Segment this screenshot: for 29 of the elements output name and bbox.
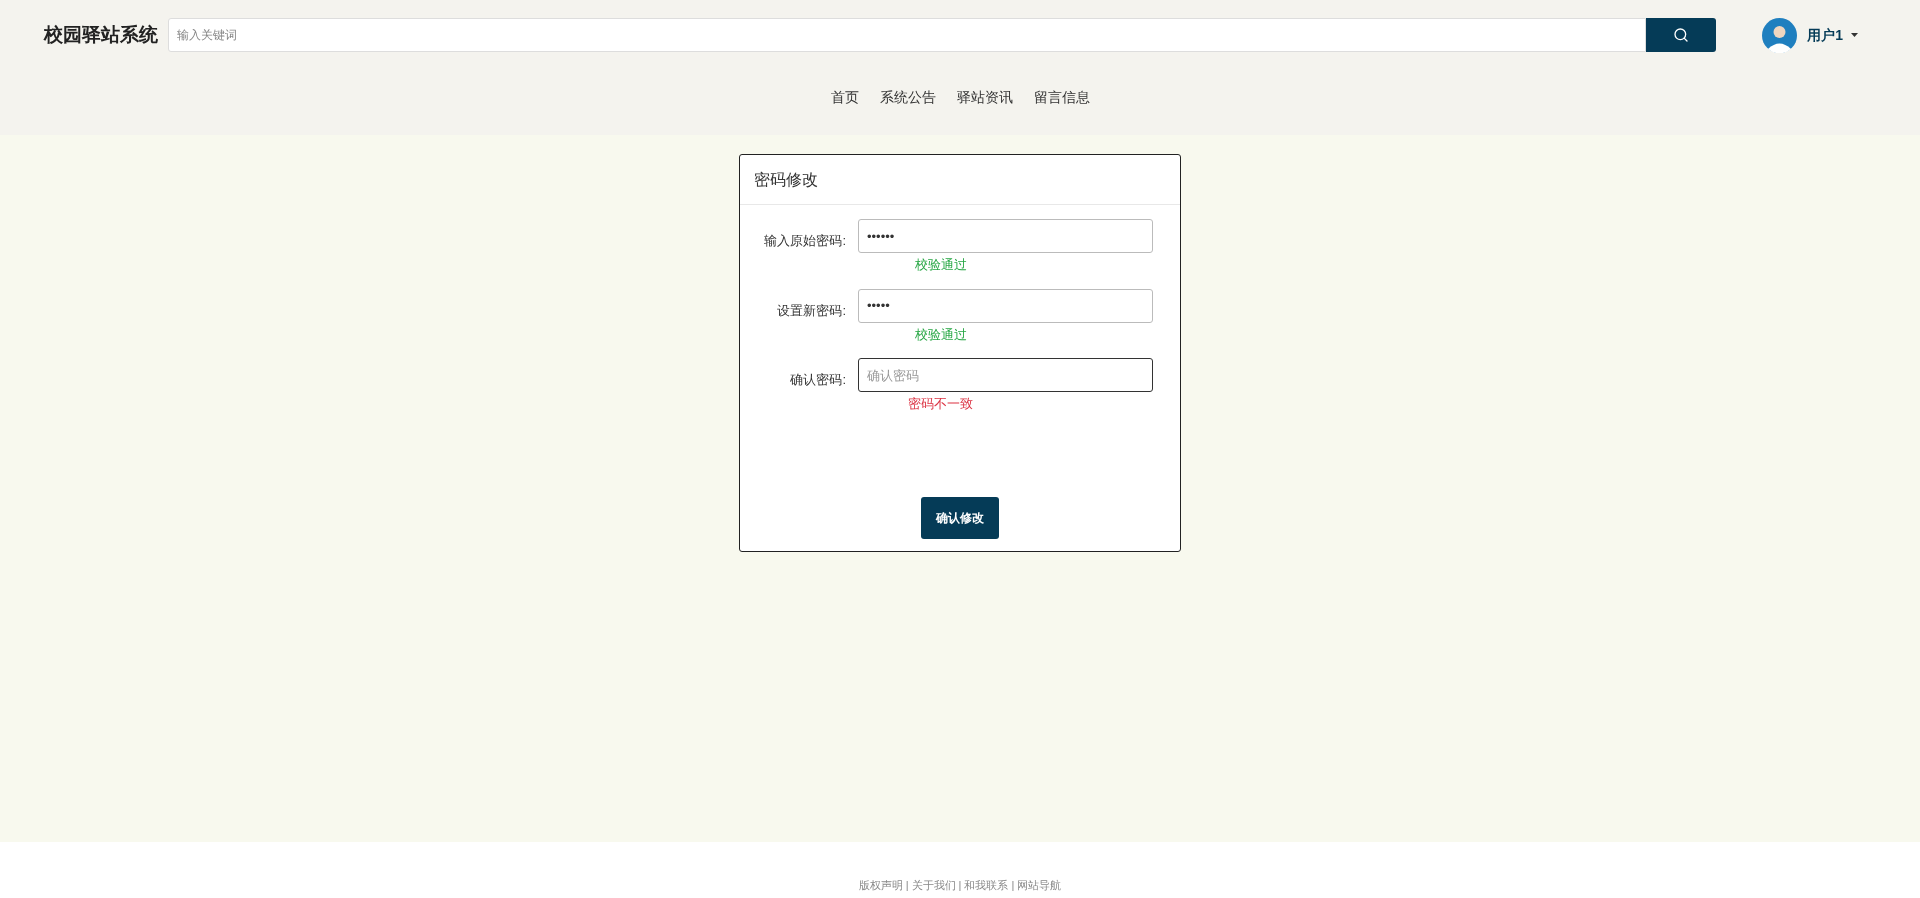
footer-separator: |	[1011, 877, 1015, 893]
search-icon	[1673, 27, 1690, 43]
avatar-icon	[1762, 17, 1798, 53]
validation-message: 校验通过	[914, 256, 967, 274]
site-logo: 校园驿站系统	[44, 22, 159, 47]
nav-link[interactable]: 系统公告	[879, 87, 936, 108]
password-field[interactable]: •••••	[858, 288, 1153, 323]
search-button[interactable]	[1646, 18, 1717, 52]
footer-link[interactable]: 网站导航	[1017, 876, 1062, 893]
nav-link[interactable]: 首页	[830, 87, 859, 108]
field-label: 确认密码:	[789, 371, 847, 390]
nav-link[interactable]: 驿站资讯	[956, 87, 1013, 108]
user-menu[interactable]: 用户1	[1807, 24, 1858, 46]
footer-link[interactable]: 关于我们	[911, 876, 956, 893]
footer-separator: |	[958, 877, 962, 893]
card-title: 密码修改	[754, 169, 818, 190]
validation-message: 密码不一致	[908, 395, 973, 413]
validation-message: 校验通过	[914, 325, 967, 344]
password-field[interactable]: 确认密码	[858, 358, 1153, 392]
caret-icon	[1851, 33, 1858, 37]
footer-link[interactable]: 版权声明	[858, 876, 903, 893]
confirm-button[interactable]: 确认修改	[921, 497, 999, 539]
footer-separator: |	[905, 877, 909, 893]
nav-link[interactable]: 留言信息	[1033, 87, 1090, 108]
field-label: 设置新密码:	[776, 301, 847, 320]
password-field[interactable]: ••••••	[858, 219, 1153, 253]
search-field[interactable]: 输入关键词	[168, 18, 1647, 52]
footer-link[interactable]: 和我联系	[964, 876, 1009, 893]
field-label: 输入原始密码:	[763, 232, 847, 251]
